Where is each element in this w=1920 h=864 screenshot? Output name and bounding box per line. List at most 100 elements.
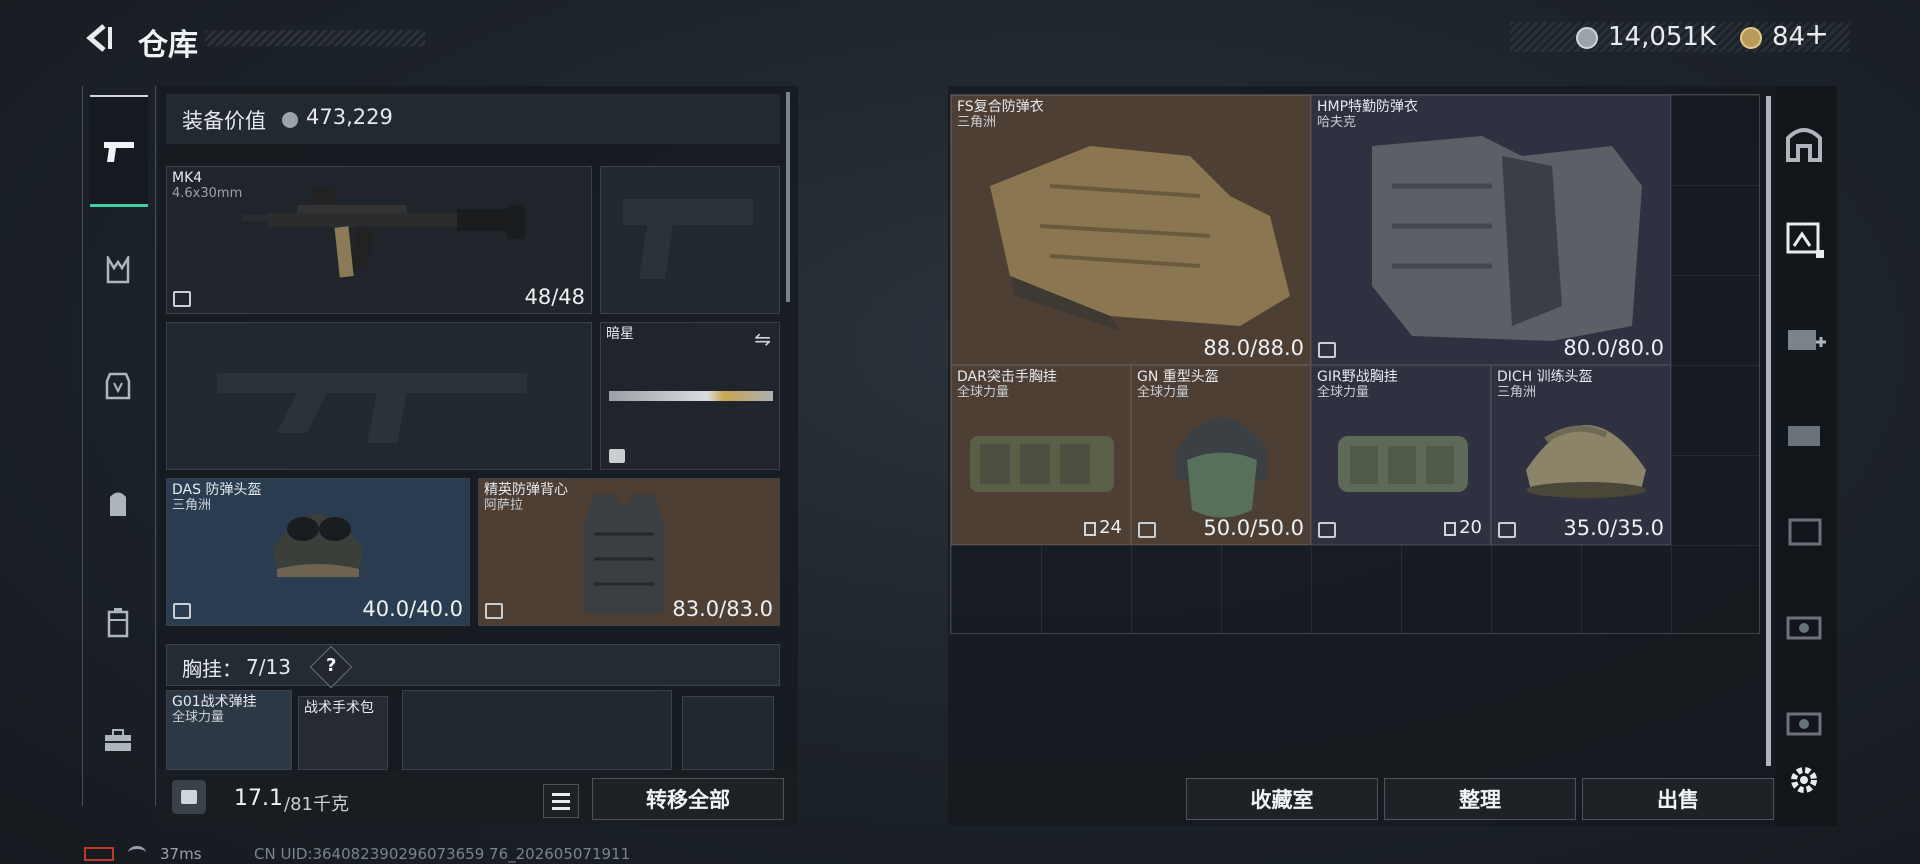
- item-origin: 全球力量: [172, 710, 225, 725]
- no-insure-icon: [173, 603, 191, 619]
- sell-button[interactable]: 出售: [1582, 778, 1774, 820]
- no-insure-icon: [173, 291, 191, 307]
- storage-iii-icon[interactable]: [1782, 412, 1826, 456]
- pistol-icon: [101, 133, 137, 169]
- rig-count: 7/13: [246, 655, 291, 679]
- item-name: GIR野战胸挂: [1317, 369, 1398, 385]
- item-caliber: 4.6x30mm: [172, 186, 243, 201]
- armor-durability: 83.0/83.0: [672, 597, 773, 621]
- add-tokens-button[interactable]: +: [1804, 20, 1829, 50]
- list-view-button[interactable]: [543, 784, 579, 818]
- item-name: HMP特勤防弹衣: [1317, 99, 1419, 115]
- item-count: 24: [1099, 517, 1122, 538]
- swap-icon[interactable]: ⇋: [754, 327, 771, 351]
- storage-item[interactable]: DAR突击手胸挂 全球力量 24: [951, 365, 1131, 545]
- back-arrow-icon: [86, 24, 112, 52]
- collection-room-button[interactable]: 收藏室: [1186, 778, 1378, 820]
- primary-weapon-slot[interactable]: MK4 4.6x30mm 48/48: [166, 166, 592, 314]
- armor-slot[interactable]: 精英防弹背心 阿萨拉 83.0/83.0: [478, 478, 780, 626]
- secondary-weapon-slot[interactable]: [166, 322, 592, 470]
- storage-item[interactable]: HMP特勤防弹衣 哈夫克 80.0/80.0: [1311, 95, 1671, 365]
- weight-lock-icon[interactable]: [172, 780, 206, 814]
- helmet-durability: 40.0/40.0: [362, 597, 463, 621]
- rifle-silhouette-icon: [217, 373, 527, 443]
- ammo-count: 48/48: [524, 285, 585, 309]
- equip-value-label: 装备价值: [182, 109, 266, 133]
- battery-icon: [84, 847, 114, 861]
- nav-rig-tab[interactable]: [100, 252, 136, 288]
- item-name: 暗星: [606, 326, 634, 342]
- helmet-image: [1526, 425, 1646, 498]
- item-name: DAS 防弹头盔: [172, 482, 262, 498]
- storage-iv-icon[interactable]: [1782, 700, 1826, 744]
- no-insure-icon: [485, 603, 503, 619]
- helmet-slot[interactable]: DAS 防弹头盔 三角洲 40.0/40.0: [166, 478, 470, 626]
- coin-icon: [1576, 27, 1598, 49]
- item-count: 20: [1459, 517, 1482, 538]
- storage-item[interactable]: FS复合防弹衣 三角洲 88.0/88.0: [951, 95, 1311, 365]
- stash-home-icon[interactable]: [1782, 120, 1826, 164]
- nav-armor-tab[interactable]: [100, 368, 136, 404]
- melee-slot[interactable]: 暗星 ⇋: [600, 322, 780, 470]
- storage-item[interactable]: DICH 训练头盔 三角洲 35.0/35.0: [1491, 365, 1671, 545]
- rig-empty-slot[interactable]: [682, 696, 774, 770]
- item-name: GN 重型头盔: [1137, 369, 1219, 385]
- armor-icon: [105, 372, 131, 400]
- rig-label: 胸挂：: [182, 657, 242, 681]
- rig-icon: [1084, 522, 1096, 536]
- pistol-silhouette-icon: [623, 199, 753, 279]
- helmet-image: [1177, 417, 1267, 518]
- rig-empty-slot[interactable]: [402, 690, 672, 770]
- storage-ii-icon[interactable]: [1782, 508, 1826, 552]
- pistol-slot[interactable]: [600, 166, 780, 314]
- item-name: G01战术弹挂: [172, 694, 257, 710]
- settings-gear-icon[interactable]: [1786, 762, 1830, 806]
- ping-text: 37ms: [160, 845, 202, 863]
- weight-current: 17.1: [234, 786, 283, 811]
- token-value: 84: [1772, 22, 1806, 52]
- rig-icon: [106, 256, 130, 284]
- item-durability: 88.0/88.0: [1203, 336, 1304, 360]
- wifi-icon: [128, 846, 146, 860]
- item-name: FS复合防弹衣: [957, 99, 1044, 115]
- coin-icon: [282, 112, 298, 128]
- vest-image: [584, 494, 664, 614]
- item-name: DAR突击手胸挂: [957, 369, 1057, 385]
- item-origin: 全球力量: [1317, 385, 1370, 400]
- item-origin: 三角洲: [172, 498, 212, 513]
- item-durability: 35.0/35.0: [1563, 516, 1664, 540]
- item-name: 战术手术包: [304, 700, 374, 716]
- backpack-icon: [110, 492, 126, 516]
- transfer-all-button[interactable]: 转移全部: [592, 778, 784, 820]
- currency-value: 14,051K: [1608, 22, 1717, 52]
- storage-item[interactable]: GIR野战胸挂 全球力量 20: [1311, 365, 1491, 545]
- storage-iv-icon[interactable]: [1782, 604, 1826, 648]
- organize-button[interactable]: 整理: [1384, 778, 1576, 820]
- item-origin: 全球力量: [957, 385, 1010, 400]
- vest-image: [1372, 136, 1642, 341]
- rig-image: [1338, 436, 1468, 492]
- rig-item-slot[interactable]: 战术手术包: [298, 696, 388, 770]
- equip-value: 473,229: [306, 105, 393, 129]
- rig-icon: [1444, 522, 1456, 536]
- title-underline: [205, 30, 425, 46]
- pouch-icon: [107, 608, 129, 638]
- storage-expand-icon[interactable]: [1782, 216, 1826, 260]
- item-origin: 哈夫克: [1317, 115, 1357, 130]
- storage-scrollbar[interactable]: [1766, 96, 1771, 766]
- nav-backpack-tab[interactable]: [100, 486, 136, 522]
- vest-image: [990, 146, 1290, 331]
- back-button[interactable]: [82, 20, 118, 56]
- no-insure-icon: [1498, 522, 1516, 538]
- rig-item-slot[interactable]: G01战术弹挂 全球力量: [166, 690, 292, 770]
- item-name: MK4: [172, 170, 203, 186]
- storage-item[interactable]: GN 重型头盔 全球力量 50.0/50.0: [1131, 365, 1311, 545]
- no-insure-icon: [1138, 522, 1156, 538]
- token-icon: [1740, 27, 1762, 49]
- rig-image: [970, 436, 1114, 492]
- nav-case-tab[interactable]: [100, 722, 136, 758]
- weight-capacity: /81千克: [284, 794, 349, 815]
- loadout-scrollbar[interactable]: [786, 92, 790, 302]
- storage-iv-add-icon[interactable]: [1782, 316, 1826, 360]
- nav-pouch-tab[interactable]: [100, 604, 136, 640]
